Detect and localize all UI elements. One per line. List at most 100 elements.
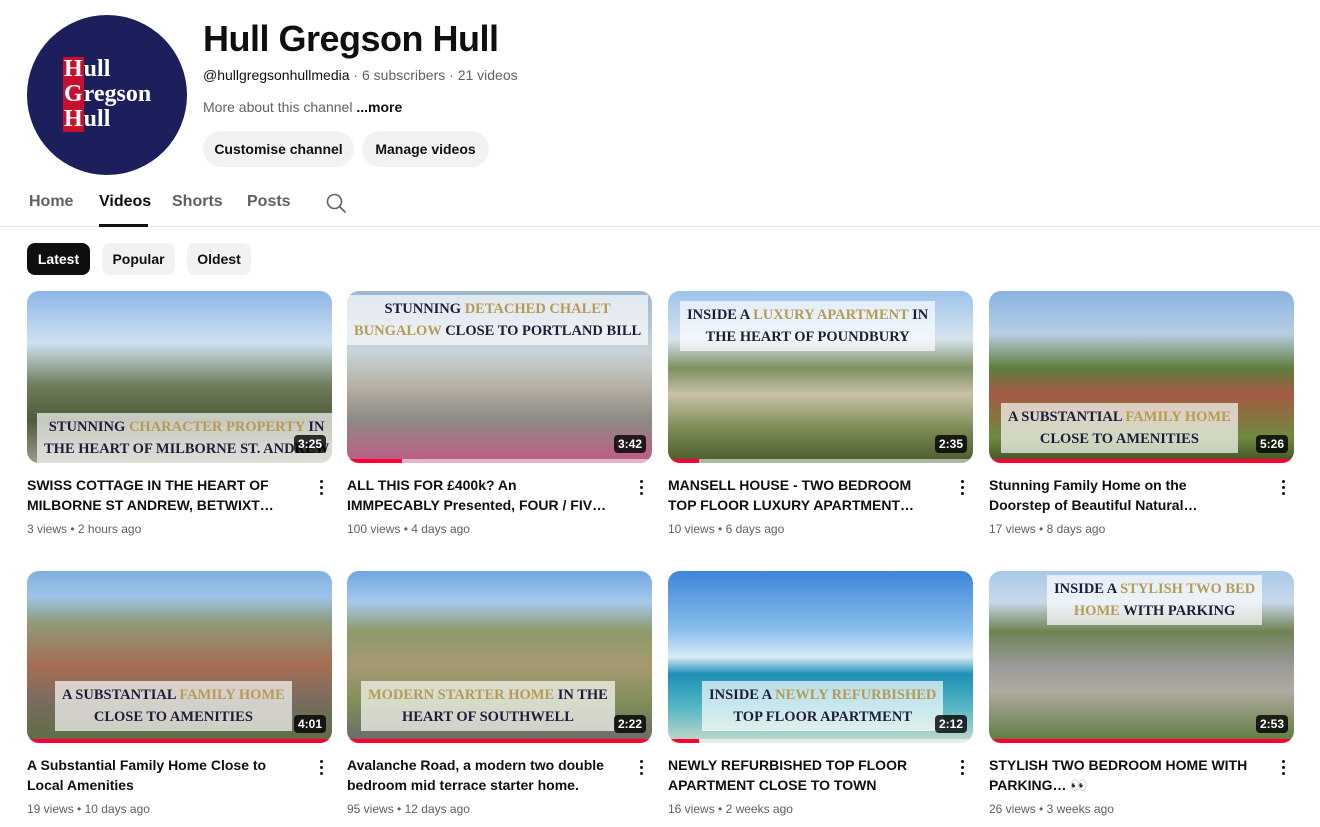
tab-videos[interactable]: Videos — [99, 193, 151, 211]
watch-progress-bar — [668, 459, 973, 463]
avatar-logo-line-3: Hull — [63, 106, 111, 132]
tab-shorts[interactable]: Shorts — [172, 193, 223, 211]
video-thumbnail[interactable]: STUNNING DETACHED CHALET BUNGALOW CLOSE T… — [347, 291, 652, 463]
avatar-logo-line-2: Gregson — [63, 81, 152, 107]
search-icon[interactable] — [325, 192, 347, 214]
upload-age: 4 days ago — [411, 522, 470, 536]
video-meta: 3 views • 2 hours ago — [27, 522, 141, 536]
channel-handle: @hullgregsonhullmedia — [203, 67, 350, 83]
more-actions-icon[interactable] — [955, 477, 971, 497]
view-count: 100 views — [347, 522, 401, 536]
channel-meta: @hullgregsonhullmedia · 6 subscribers · … — [203, 67, 518, 83]
overlay-line: THE HEART OF MILBORNE ST. ANDREW — [44, 438, 329, 460]
video-card[interactable]: INSIDE A LUXURY APARTMENT IN THE HEART OF… — [668, 291, 973, 536]
meta-separator: • — [67, 522, 78, 536]
overlay-highlight-text: FAMILY HOME — [1125, 409, 1231, 425]
video-thumbnail[interactable]: MODERN STARTER HOME IN THE HEART OF SOUTH… — [347, 571, 652, 743]
channel-avatar[interactable]: Hull Gregson Hull — [27, 15, 187, 175]
chip-latest[interactable]: Latest — [27, 243, 90, 275]
upload-age: 8 days ago — [1046, 522, 1106, 536]
overlay-highlight-text: LUXURY APARTMENT — [753, 307, 909, 323]
watch-progress-fill — [347, 459, 402, 463]
overlay-line: A SUBSTANTIAL FAMILY HOME — [62, 684, 285, 706]
tab-home[interactable]: Home — [29, 193, 73, 211]
video-thumbnail[interactable]: INSIDE A NEWLY REFURBISHED TOP FLOOR APAR… — [668, 571, 973, 743]
watch-progress-fill — [668, 739, 699, 743]
overlay-line: STUNNING DETACHED CHALET — [354, 298, 641, 320]
chip-oldest[interactable]: Oldest — [187, 243, 251, 275]
more-actions-icon[interactable] — [314, 757, 330, 777]
upload-age: 3 weeks ago — [1046, 802, 1114, 816]
watch-progress-fill — [989, 739, 1294, 743]
overlay-text: IN — [304, 419, 325, 435]
video-card[interactable]: A SUBSTANTIAL FAMILY HOME CLOSE TO AMENIT… — [27, 571, 332, 816]
overlay-line: HEART OF SOUTHWELL — [368, 706, 608, 728]
video-title[interactable]: MANSELL HOUSE - TWO BEDROOM TOP FLOOR LU… — [668, 475, 930, 515]
overlay-text: THE HEART OF MILBORNE ST. ANDREW — [44, 441, 330, 457]
video-title[interactable]: SWISS COTTAGE IN THE HEART OF MILBORNE S… — [27, 475, 289, 515]
manage-videos-button[interactable]: Manage videos — [362, 131, 489, 167]
overlay-text: CLOSE TO AMENITIES — [93, 709, 253, 725]
overlay-line: CLOSE TO AMENITIES — [62, 706, 285, 728]
thumbnail-title-overlay: A SUBSTANTIAL FAMILY HOME CLOSE TO AMENIT… — [55, 681, 292, 731]
meta-separator: • — [714, 522, 726, 536]
overlay-highlight-text: DETACHED CHALET — [464, 301, 611, 317]
video-thumbnail[interactable]: INSIDE A LUXURY APARTMENT IN THE HEART OF… — [668, 291, 973, 463]
thumbnail-title-overlay: INSIDE A LUXURY APARTMENT IN THE HEART OF… — [680, 301, 936, 351]
video-card[interactable]: STUNNING DETACHED CHALET BUNGALOW CLOSE T… — [347, 291, 652, 536]
overlay-highlight-text: FAMILY HOME — [179, 687, 285, 703]
overlay-text: TOP FLOOR APARTMENT — [733, 709, 912, 725]
video-card[interactable]: A SUBSTANTIAL FAMILY HOME CLOSE TO AMENIT… — [989, 291, 1294, 536]
video-card[interactable]: INSIDE A STYLISH TWO BED HOME WITH PARKIN… — [989, 571, 1294, 816]
more-actions-icon[interactable] — [1276, 757, 1292, 777]
more-actions-icon[interactable] — [634, 757, 650, 777]
video-duration: 2:22 — [613, 715, 646, 733]
video-meta: 10 views • 6 days ago — [668, 522, 784, 536]
video-card[interactable]: MODERN STARTER HOME IN THE HEART OF SOUTH… — [347, 571, 652, 816]
upload-age: 2 weeks ago — [725, 802, 793, 816]
overlay-line: INSIDE A STYLISH TWO BED — [1054, 578, 1255, 600]
meta-separator: · — [353, 67, 362, 83]
video-title[interactable]: STYLISH TWO BEDROOM HOME WITH PARKING… 👀 — [989, 755, 1251, 795]
overlay-line: BUNGALOW CLOSE TO PORTLAND BILL — [354, 320, 641, 342]
video-title[interactable]: Avalanche Road, a modern two double bedr… — [347, 755, 609, 795]
overlay-text: WITH PARKING — [1119, 603, 1236, 619]
video-duration: 4:01 — [293, 715, 326, 733]
more-actions-icon[interactable] — [1276, 477, 1292, 497]
video-title[interactable]: Stunning Family Home on the Doorstep of … — [989, 475, 1251, 515]
view-count: 17 views — [989, 522, 1036, 536]
watch-progress-bar — [989, 739, 1294, 743]
video-title[interactable]: NEWLY REFURBISHED TOP FLOOR APARTMENT CL… — [668, 755, 930, 795]
video-thumbnail[interactable]: STUNNING CHARACTER PROPERTY IN THE HEART … — [27, 291, 332, 463]
overlay-text: INSIDE A — [687, 307, 754, 323]
overlay-highlight-text: HOME — [1073, 603, 1120, 619]
video-thumbnail[interactable]: A SUBSTANTIAL FAMILY HOME CLOSE TO AMENIT… — [27, 571, 332, 743]
upload-age: 2 hours ago — [77, 522, 142, 536]
tab-posts[interactable]: Posts — [247, 193, 291, 211]
more-actions-icon[interactable] — [955, 757, 971, 777]
video-card[interactable]: INSIDE A NEWLY REFURBISHED TOP FLOOR APAR… — [668, 571, 973, 816]
overlay-line: CLOSE TO AMENITIES — [1008, 428, 1231, 450]
video-meta: 95 views • 12 days ago — [347, 802, 470, 816]
overlay-highlight-text: NEWLY REFURBISHED — [775, 687, 937, 703]
watch-progress-bar — [668, 739, 973, 743]
more-actions-icon[interactable] — [634, 477, 650, 497]
watch-progress-bar — [347, 459, 652, 463]
more-actions-icon[interactable] — [314, 477, 330, 497]
more-link[interactable]: ...more — [356, 99, 402, 115]
customise-channel-button[interactable]: Customise channel — [203, 131, 354, 167]
overlay-line: MODERN STARTER HOME IN THE — [368, 684, 608, 706]
thumbnail-title-overlay: A SUBSTANTIAL FAMILY HOME CLOSE TO AMENIT… — [1001, 403, 1238, 453]
video-duration: 3:42 — [613, 435, 646, 453]
video-card[interactable]: STUNNING CHARACTER PROPERTY IN THE HEART … — [27, 291, 332, 536]
video-title[interactable]: A Substantial Family Home Close to Local… — [27, 755, 289, 795]
overlay-line: INSIDE A NEWLY REFURBISHED — [709, 684, 936, 706]
video-duration: 2:53 — [1255, 715, 1288, 733]
video-thumbnail[interactable]: INSIDE A STYLISH TWO BED HOME WITH PARKIN… — [989, 571, 1294, 743]
channel-about[interactable]: More about this channel ...more — [203, 99, 402, 115]
video-thumbnail[interactable]: A SUBSTANTIAL FAMILY HOME CLOSE TO AMENIT… — [989, 291, 1294, 463]
video-title[interactable]: ALL THIS FOR £400k? An IMMPECABLY Presen… — [347, 475, 609, 515]
upload-age: 10 days ago — [84, 802, 150, 816]
chip-popular[interactable]: Popular — [102, 243, 175, 275]
view-count: 19 views — [27, 802, 74, 816]
